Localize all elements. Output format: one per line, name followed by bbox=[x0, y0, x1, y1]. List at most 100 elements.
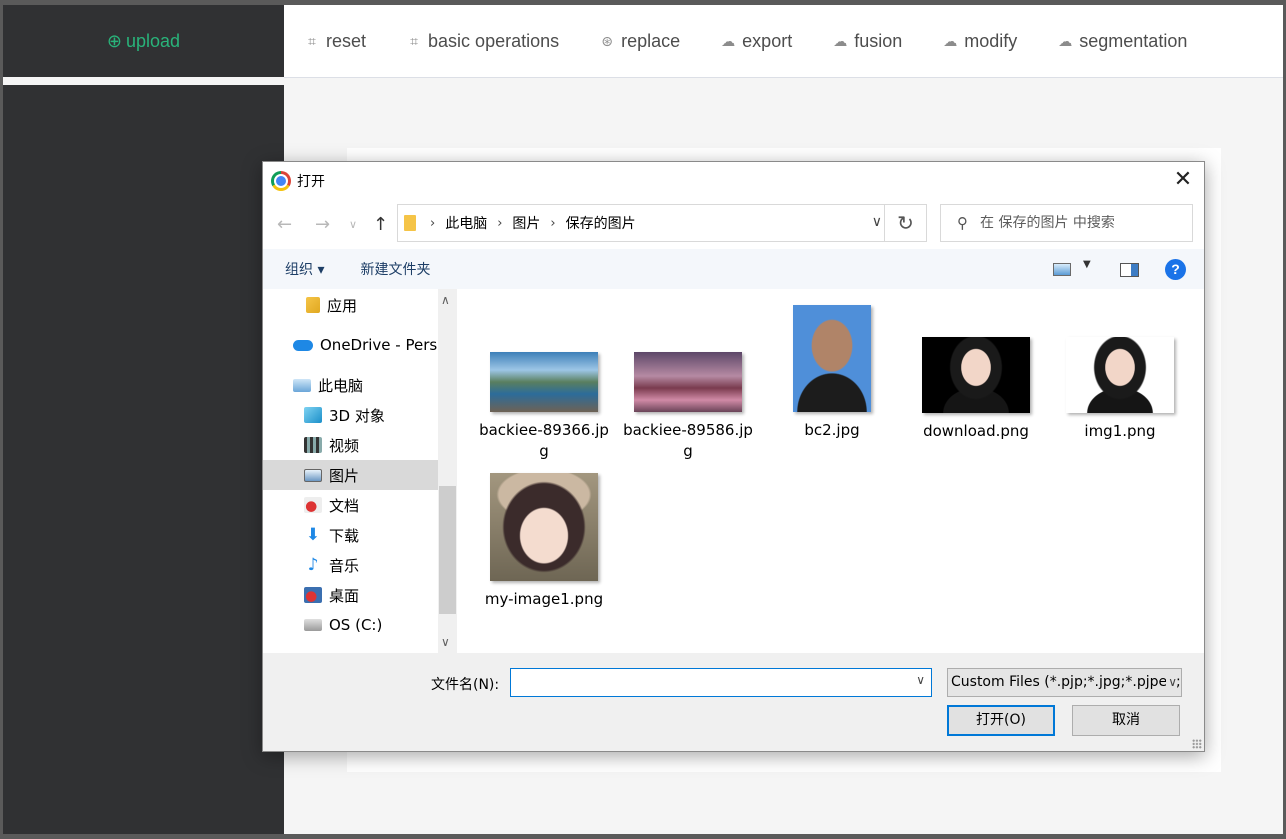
tree-item-os-drive[interactable]: OS (C:) bbox=[263, 610, 438, 640]
plus-circle-icon: ⊕ bbox=[106, 30, 123, 51]
cloud-download-icon: ☁ bbox=[833, 32, 848, 49]
breadcrumb-pictures[interactable]: 图片 bbox=[512, 213, 540, 233]
tree-item-desktop[interactable]: 桌面 bbox=[263, 580, 438, 610]
help-icon[interactable]: ? bbox=[1165, 259, 1186, 280]
open-button[interactable]: 打开(O) bbox=[947, 705, 1055, 736]
nav-label: modify bbox=[964, 30, 1018, 51]
tree-item-pictures[interactable]: 图片 bbox=[263, 460, 438, 490]
onedrive-cloud-icon bbox=[293, 339, 313, 351]
change-view-icon[interactable] bbox=[1053, 263, 1071, 276]
tree-item-this-pc[interactable]: 此电脑 bbox=[263, 370, 438, 400]
new-folder-button[interactable]: 新建文件夹 bbox=[360, 259, 430, 279]
tree-item-label: 视频 bbox=[329, 436, 360, 455]
crop-icon: ⌗ bbox=[308, 32, 316, 49]
file-item[interactable]: img1.png bbox=[1055, 337, 1185, 442]
cloud-download-icon: ☁ bbox=[1058, 32, 1073, 49]
address-bar[interactable]: › 此电脑 › 图片 › 保存的图片 ∨ ↻ bbox=[397, 204, 927, 242]
back-arrow-icon[interactable]: ← bbox=[277, 214, 292, 235]
file-name: backiee-89586.jpg bbox=[623, 421, 753, 460]
nav-reset[interactable]: ⌗ reset bbox=[304, 31, 366, 52]
filename-input[interactable] bbox=[511, 669, 901, 696]
upload-label: upload bbox=[126, 30, 181, 51]
scrollbar-thumb[interactable] bbox=[439, 486, 456, 614]
navigation-pane: 应用 OneDrive - Perso 此电脑 3D 对象 视频 图片 文档 ⬇ bbox=[263, 289, 438, 653]
file-item[interactable]: download.png bbox=[911, 337, 1041, 442]
tree-item-apps[interactable]: 应用 bbox=[263, 290, 438, 320]
nav-label: segmentation bbox=[1079, 30, 1188, 51]
preview-pane-icon[interactable] bbox=[1120, 263, 1139, 277]
forward-arrow-icon[interactable]: → bbox=[315, 214, 330, 235]
navigation-scrollbar[interactable]: ∧ ∨ bbox=[438, 289, 457, 653]
nav-modify[interactable]: ☁ modify bbox=[942, 31, 1017, 52]
organize-button[interactable]: 组织 ▾ bbox=[285, 259, 324, 279]
video-icon bbox=[304, 437, 322, 453]
nav-label: replace bbox=[621, 30, 681, 51]
tree-item-label: 文档 bbox=[329, 496, 360, 515]
nav-export[interactable]: ☁ export bbox=[720, 31, 792, 52]
search-input[interactable] bbox=[980, 215, 1170, 231]
tree-item-label: 音乐 bbox=[329, 556, 360, 575]
file-thumbnail bbox=[922, 337, 1030, 413]
chevron-down-icon[interactable]: ∨ bbox=[872, 214, 882, 230]
top-navigation: ⌗ reset ⌗ basic operations ⊛ replace ☁ e… bbox=[284, 5, 1283, 78]
folder-icon bbox=[404, 215, 416, 231]
view-dropdown-icon[interactable]: ▼ bbox=[1083, 259, 1091, 270]
chevron-down-icon: ∨ bbox=[1166, 669, 1177, 696]
file-name: backiee-89366.jpg bbox=[479, 421, 609, 460]
recent-dropdown-icon[interactable]: ∨ bbox=[349, 218, 357, 231]
file-item[interactable]: my-image1.png bbox=[479, 473, 609, 610]
tree-item-label: 此电脑 bbox=[318, 376, 364, 395]
resize-grip-icon[interactable] bbox=[1192, 739, 1202, 749]
3d-objects-icon bbox=[304, 407, 322, 423]
cancel-button[interactable]: 取消 bbox=[1072, 705, 1180, 736]
chevron-down-icon[interactable]: ∨ bbox=[916, 673, 925, 687]
music-note-icon: ♪ bbox=[307, 555, 319, 575]
chevron-right-icon: › bbox=[550, 215, 556, 231]
this-pc-icon bbox=[293, 378, 311, 392]
file-item[interactable]: backiee-89586.jpg bbox=[623, 352, 753, 462]
nav-segmentation[interactable]: ☁ segmentation bbox=[1057, 31, 1187, 52]
breadcrumb-saved-pictures[interactable]: 保存的图片 bbox=[566, 213, 636, 233]
scroll-up-icon[interactable]: ∧ bbox=[441, 293, 450, 307]
file-item[interactable]: bc2.jpg bbox=[767, 305, 897, 441]
up-arrow-icon[interactable]: ↑ bbox=[373, 214, 388, 235]
file-thumbnail bbox=[634, 352, 742, 412]
tree-item-label: 下载 bbox=[329, 526, 360, 545]
desktop-icon bbox=[304, 587, 322, 603]
file-item[interactable]: backiee-89366.jpg bbox=[479, 352, 609, 462]
nav-replace[interactable]: ⊛ replace bbox=[599, 31, 680, 52]
tree-item-downloads[interactable]: ⬇ 下载 bbox=[263, 520, 438, 550]
breadcrumb-this-pc[interactable]: 此电脑 bbox=[445, 213, 487, 233]
documents-icon bbox=[304, 497, 322, 513]
tree-item-label: 图片 bbox=[329, 466, 360, 485]
filename-label: 文件名(N): bbox=[431, 677, 500, 693]
refresh-icon[interactable]: ↻ bbox=[884, 205, 926, 241]
file-thumbnail bbox=[490, 473, 598, 581]
drive-icon bbox=[304, 619, 322, 631]
file-name: my-image1.png bbox=[484, 590, 604, 608]
tree-item-music[interactable]: ♪ 音乐 bbox=[263, 550, 438, 580]
close-icon[interactable]: ✕ bbox=[1170, 168, 1196, 194]
chrome-icon bbox=[271, 171, 291, 191]
tree-item-videos[interactable]: 视频 bbox=[263, 430, 438, 460]
dialog-title: 打开 bbox=[297, 174, 325, 190]
filetype-select[interactable]: Custom Files (*.pjp;*.jpg;*.pjpeg;*.jpeg… bbox=[947, 668, 1182, 697]
scroll-down-icon[interactable]: ∨ bbox=[441, 635, 450, 649]
tree-item-onedrive[interactable]: OneDrive - Perso bbox=[263, 330, 438, 360]
tree-item-label: 3D 对象 bbox=[329, 406, 385, 425]
apps-folder-icon bbox=[306, 297, 320, 313]
nav-label: reset bbox=[326, 30, 367, 51]
filename-combobox[interactable]: ∨ bbox=[510, 668, 932, 697]
upload-button[interactable]: ⊕ upload bbox=[3, 5, 284, 77]
dialog-footer: 文件名(N): ∨ Custom Files (*.pjp;*.jpg;*.pj… bbox=[263, 653, 1204, 751]
search-box[interactable]: ⚲ bbox=[940, 204, 1193, 242]
nav-basic-operations[interactable]: ⌗ basic operations bbox=[406, 31, 559, 52]
download-arrow-icon: ⬇ bbox=[305, 525, 321, 545]
dialog-title-bar: 打开 ✕ bbox=[263, 162, 1204, 200]
file-name: bc2.jpg bbox=[804, 421, 860, 439]
tree-item-3d-objects[interactable]: 3D 对象 bbox=[263, 400, 438, 430]
nav-fusion[interactable]: ☁ fusion bbox=[832, 31, 902, 52]
cloud-download-icon: ☁ bbox=[721, 32, 736, 49]
tree-item-documents[interactable]: 文档 bbox=[263, 490, 438, 520]
crop-icon: ⌗ bbox=[410, 32, 418, 49]
